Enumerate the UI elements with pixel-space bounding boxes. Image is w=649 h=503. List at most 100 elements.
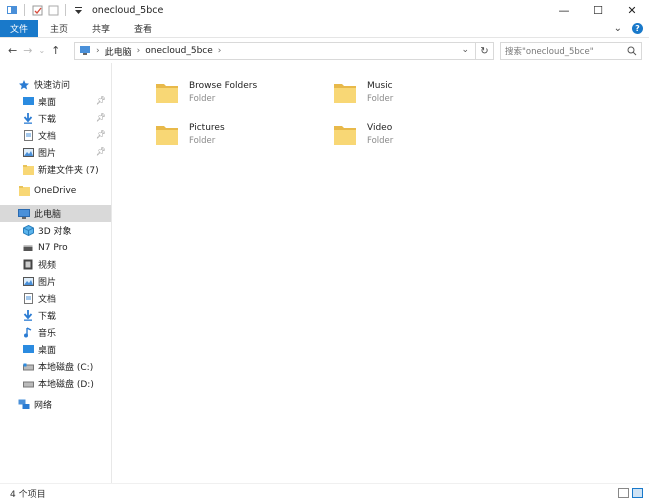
sidebar-item-label: N7 Pro: [38, 242, 68, 253]
folder-tile-music[interactable]: Music Folder: [331, 74, 501, 110]
breadcrumb-separator[interactable]: ›: [137, 46, 141, 56]
address-bar[interactable]: › 此电脑 › onecloud_5bce › ⌄ ↻: [74, 42, 494, 60]
sidebar-item-n7-pro[interactable]: N7 Pro: [0, 239, 111, 256]
explorer-app-icon[interactable]: [6, 4, 18, 16]
breadcrumb-this-pc[interactable]: 此电脑: [105, 45, 132, 58]
forward-button[interactable]: →: [23, 44, 32, 57]
sidebar-item-desktop[interactable]: 桌面 📌︎: [0, 93, 111, 110]
sidebar-item-music[interactable]: 音乐: [0, 324, 111, 341]
download-icon: [22, 310, 34, 322]
breadcrumb-separator[interactable]: ›: [218, 46, 222, 56]
item-count: 4 个项目: [10, 490, 46, 500]
document-icon: [22, 293, 34, 305]
sidebar-item-documents-pc[interactable]: 文档: [0, 290, 111, 307]
search-input[interactable]: 搜索"onecloud_5bce": [505, 45, 594, 57]
document-icon: [22, 130, 34, 142]
device-icon: [22, 242, 34, 254]
breadcrumb-separator: ›: [96, 46, 100, 56]
sidebar-item-downloads[interactable]: 下载 📌︎: [0, 110, 111, 127]
minimize-button[interactable]: —: [547, 0, 581, 20]
sidebar-item-label: OneDrive: [34, 185, 77, 196]
address-row: ← → ⌄ ↑ › 此电脑 › onecloud_5bce › ⌄ ↻ 搜索"o…: [0, 38, 649, 63]
drive-icon: [22, 361, 34, 373]
sidebar-item-videos[interactable]: 视频: [0, 256, 111, 273]
recent-locations-button[interactable]: ⌄: [38, 46, 45, 55]
sidebar-item-desktop-pc[interactable]: 桌面: [0, 341, 111, 358]
new-folder-icon[interactable]: [47, 4, 59, 16]
expand-ribbon-icon[interactable]: ⌄: [614, 23, 622, 34]
folder-tile-pictures[interactable]: Pictures Folder: [153, 116, 323, 152]
refresh-button[interactable]: ↻: [475, 43, 493, 59]
sidebar-item-onedrive[interactable]: OneDrive: [0, 182, 111, 199]
help-icon[interactable]: ?: [632, 23, 643, 34]
tab-home[interactable]: 主页: [38, 20, 80, 37]
drive-icon: [22, 378, 34, 390]
sidebar-item-network[interactable]: 网络: [0, 396, 111, 413]
folder-type: Folder: [367, 93, 394, 104]
sidebar-item-label: 新建文件夹 (7): [38, 166, 99, 176]
tab-share[interactable]: 共享: [80, 20, 122, 37]
back-button[interactable]: ←: [8, 44, 17, 57]
folder-name: Music: [367, 80, 393, 91]
tab-view[interactable]: 查看: [122, 20, 164, 37]
sidebar-item-label: 网络: [34, 401, 53, 411]
properties-icon[interactable]: [31, 4, 43, 16]
close-button[interactable]: ✕: [615, 0, 649, 20]
sidebar-item-pictures[interactable]: 图片 📌︎: [0, 144, 111, 161]
sidebar-item-documents[interactable]: 文档 📌︎: [0, 127, 111, 144]
up-button[interactable]: ↑: [51, 44, 60, 57]
sidebar-item-label: 图片: [38, 278, 57, 288]
folder-icon: [334, 84, 356, 103]
sidebar-item-label: 桌面: [38, 346, 57, 356]
sidebar-item-drive-c[interactable]: 本地磁盘 (C:): [0, 358, 111, 375]
folder-type: Folder: [367, 135, 394, 146]
pin-icon[interactable]: 📌︎: [96, 113, 106, 122]
folder-tile-browse-folders[interactable]: Browse Folders Folder: [153, 74, 323, 110]
breadcrumb-current-folder[interactable]: onecloud_5bce: [145, 46, 213, 56]
navigation-pane: 快速访问 桌面 📌︎ 下载 📌︎ 文档 📌︎ 图片 📌︎ 新建文件夹 (7) O…: [0, 63, 112, 483]
sidebar-item-new-folder[interactable]: 新建文件夹 (7): [0, 161, 111, 178]
sidebar-item-label: 下载: [38, 312, 57, 322]
pin-icon[interactable]: 📌︎: [96, 147, 106, 156]
sidebar-item-drive-d[interactable]: 本地磁盘 (D:): [0, 375, 111, 392]
address-dropdown-icon[interactable]: ⌄: [461, 45, 469, 55]
sidebar-item-label: 桌面: [38, 98, 57, 108]
folder-icon: [334, 126, 356, 145]
folder-tile-video[interactable]: Video Folder: [331, 116, 501, 152]
ribbon-tabs: 文件 主页 共享 查看 ⌄ ?: [0, 20, 649, 38]
sidebar-item-label: 图片: [38, 149, 57, 159]
window-controls: — ☐ ✕: [547, 0, 649, 20]
sidebar-item-quick-access[interactable]: 快速访问: [0, 76, 111, 93]
sidebar-item-label: 3D 对象: [38, 227, 72, 237]
video-icon: [22, 259, 34, 271]
search-box[interactable]: 搜索"onecloud_5bce": [500, 42, 642, 60]
sidebar-item-label: 音乐: [38, 329, 57, 339]
folder-type: Folder: [189, 135, 216, 146]
search-icon: [627, 46, 637, 59]
window-title: onecloud_5bce: [92, 4, 164, 16]
desktop-icon: [22, 344, 34, 356]
folder-name: Pictures: [189, 122, 225, 133]
sidebar-item-this-pc[interactable]: 此电脑: [0, 205, 111, 222]
pin-icon[interactable]: 📌︎: [96, 130, 106, 139]
onedrive-folder-icon: [18, 185, 30, 197]
computer-icon: [79, 44, 91, 59]
folder-type: Folder: [189, 93, 216, 104]
tab-file[interactable]: 文件: [0, 20, 38, 37]
music-icon: [22, 327, 34, 339]
view-switcher: [618, 488, 643, 498]
folder-icon: [22, 164, 34, 176]
sidebar-item-pictures-pc[interactable]: 图片: [0, 273, 111, 290]
sidebar-item-label: 下载: [38, 115, 57, 125]
sidebar-item-downloads-pc[interactable]: 下载: [0, 307, 111, 324]
title-bar: onecloud_5bce — ☐ ✕: [0, 0, 649, 20]
folder-icon: [156, 84, 178, 103]
picture-icon: [22, 147, 34, 159]
maximize-button[interactable]: ☐: [581, 0, 615, 20]
details-view-button[interactable]: [618, 488, 629, 498]
large-icons-view-button[interactable]: [632, 488, 643, 498]
sidebar-item-3d-objects[interactable]: 3D 对象: [0, 222, 111, 239]
pin-icon[interactable]: 📌︎: [96, 96, 106, 105]
download-icon: [22, 113, 34, 125]
customize-toolbar-icon[interactable]: [72, 4, 84, 16]
